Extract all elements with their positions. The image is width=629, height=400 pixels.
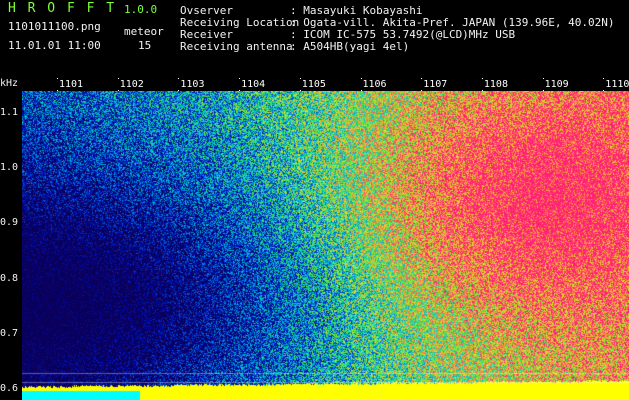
info-key-antenna: Receiving antenna xyxy=(180,40,293,53)
app-name: H R O F F T xyxy=(8,1,117,16)
info-value-antenna: : A504HB(yagi 4el) xyxy=(290,40,410,53)
x-tick-label: 1107 xyxy=(421,79,448,90)
x-tick-label: 1109 xyxy=(542,79,569,90)
x-tick-label: 1110 xyxy=(603,79,629,90)
header-panel: H R O F F T 1.0.0 1101011100.png meteor … xyxy=(0,0,629,78)
meteor-count: 15 xyxy=(138,39,152,52)
x-tick-label: 1105 xyxy=(299,79,326,90)
spectrogram-panel: kHz 1.1 1.0 0.9 0.8 0.7 0.6 1101 1102 1103 1104 1… xyxy=(0,78,629,400)
x-tick-label: 1101 xyxy=(57,79,84,90)
time-axis: 1101 1102 1103 1104 1105 1106 1107 1108 1109 1110 xyxy=(22,78,629,91)
y-tick-label: 0.6 xyxy=(0,382,19,394)
x-tick-label: 1106 xyxy=(360,79,387,90)
x-tick-label: 1103 xyxy=(178,79,205,90)
x-tick-label: 1104 xyxy=(239,79,266,90)
y-tick-label: 0.9 xyxy=(0,217,19,229)
y-tick-label: 1.1 xyxy=(0,107,19,119)
file-name: 1101011100.png xyxy=(8,20,101,33)
y-tick-label: 0.8 xyxy=(0,272,19,284)
x-tick-label: 1102 xyxy=(117,79,144,90)
x-tick-label: 1108 xyxy=(481,79,508,90)
app-version: 1.0.0 xyxy=(124,3,158,16)
y-tick-label: 1.0 xyxy=(0,162,19,174)
y-axis-unit: kHz xyxy=(0,78,19,89)
spectrogram-heatmap xyxy=(22,91,629,400)
y-tick-label: 0.7 xyxy=(0,327,19,339)
date-time: 11.01.01 11:00 xyxy=(8,39,101,52)
meteor-label: meteor xyxy=(124,25,164,38)
